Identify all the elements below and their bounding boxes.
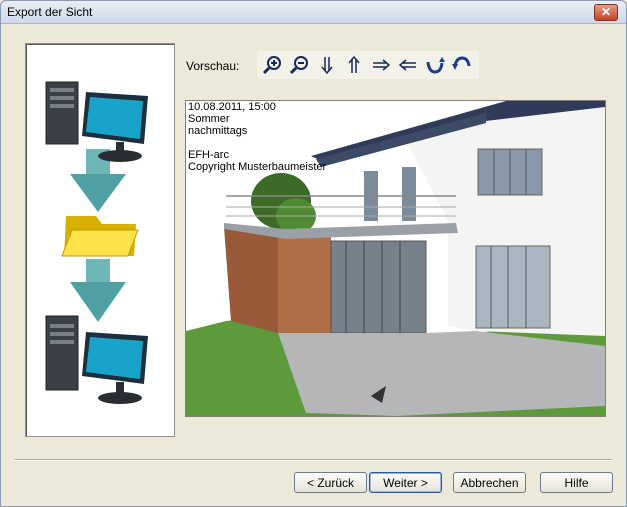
preview-toolbar xyxy=(257,51,479,79)
preview-label: Vorschau: xyxy=(186,59,240,73)
rotate-left-icon[interactable] xyxy=(451,54,473,76)
cancel-button[interactable]: Abbrechen xyxy=(453,472,526,493)
help-button[interactable]: Hilfe xyxy=(540,472,613,493)
arrow-left-icon[interactable] xyxy=(397,54,419,76)
folder-icon xyxy=(61,216,139,257)
arrow-down-icon xyxy=(70,259,126,322)
title-bar: Export der Sicht ✕ xyxy=(1,1,626,24)
rotate-right-icon[interactable] xyxy=(424,54,446,76)
arrow-right-icon[interactable] xyxy=(370,54,392,76)
back-button[interactable]: < Zurück xyxy=(294,472,367,493)
close-button[interactable]: ✕ xyxy=(594,4,618,21)
window-title: Export der Sicht xyxy=(7,5,93,19)
preview-viewport[interactable]: 10.08.2011, 15:00 Sommer nachmittags EFH… xyxy=(185,100,606,417)
arrow-down-icon[interactable] xyxy=(316,54,338,76)
next-button[interactable]: Weiter > xyxy=(369,472,442,493)
preview-caption: 10.08.2011, 15:00 Sommer nachmittags EFH… xyxy=(188,101,327,173)
separator xyxy=(15,459,612,461)
export-flow-illustration xyxy=(45,81,148,404)
arrow-up-icon[interactable] xyxy=(343,54,365,76)
zoom-out-icon[interactable] xyxy=(289,54,311,76)
zoom-in-icon[interactable] xyxy=(262,54,284,76)
export-illustration-panel xyxy=(25,43,175,437)
computer-icon xyxy=(45,315,148,404)
